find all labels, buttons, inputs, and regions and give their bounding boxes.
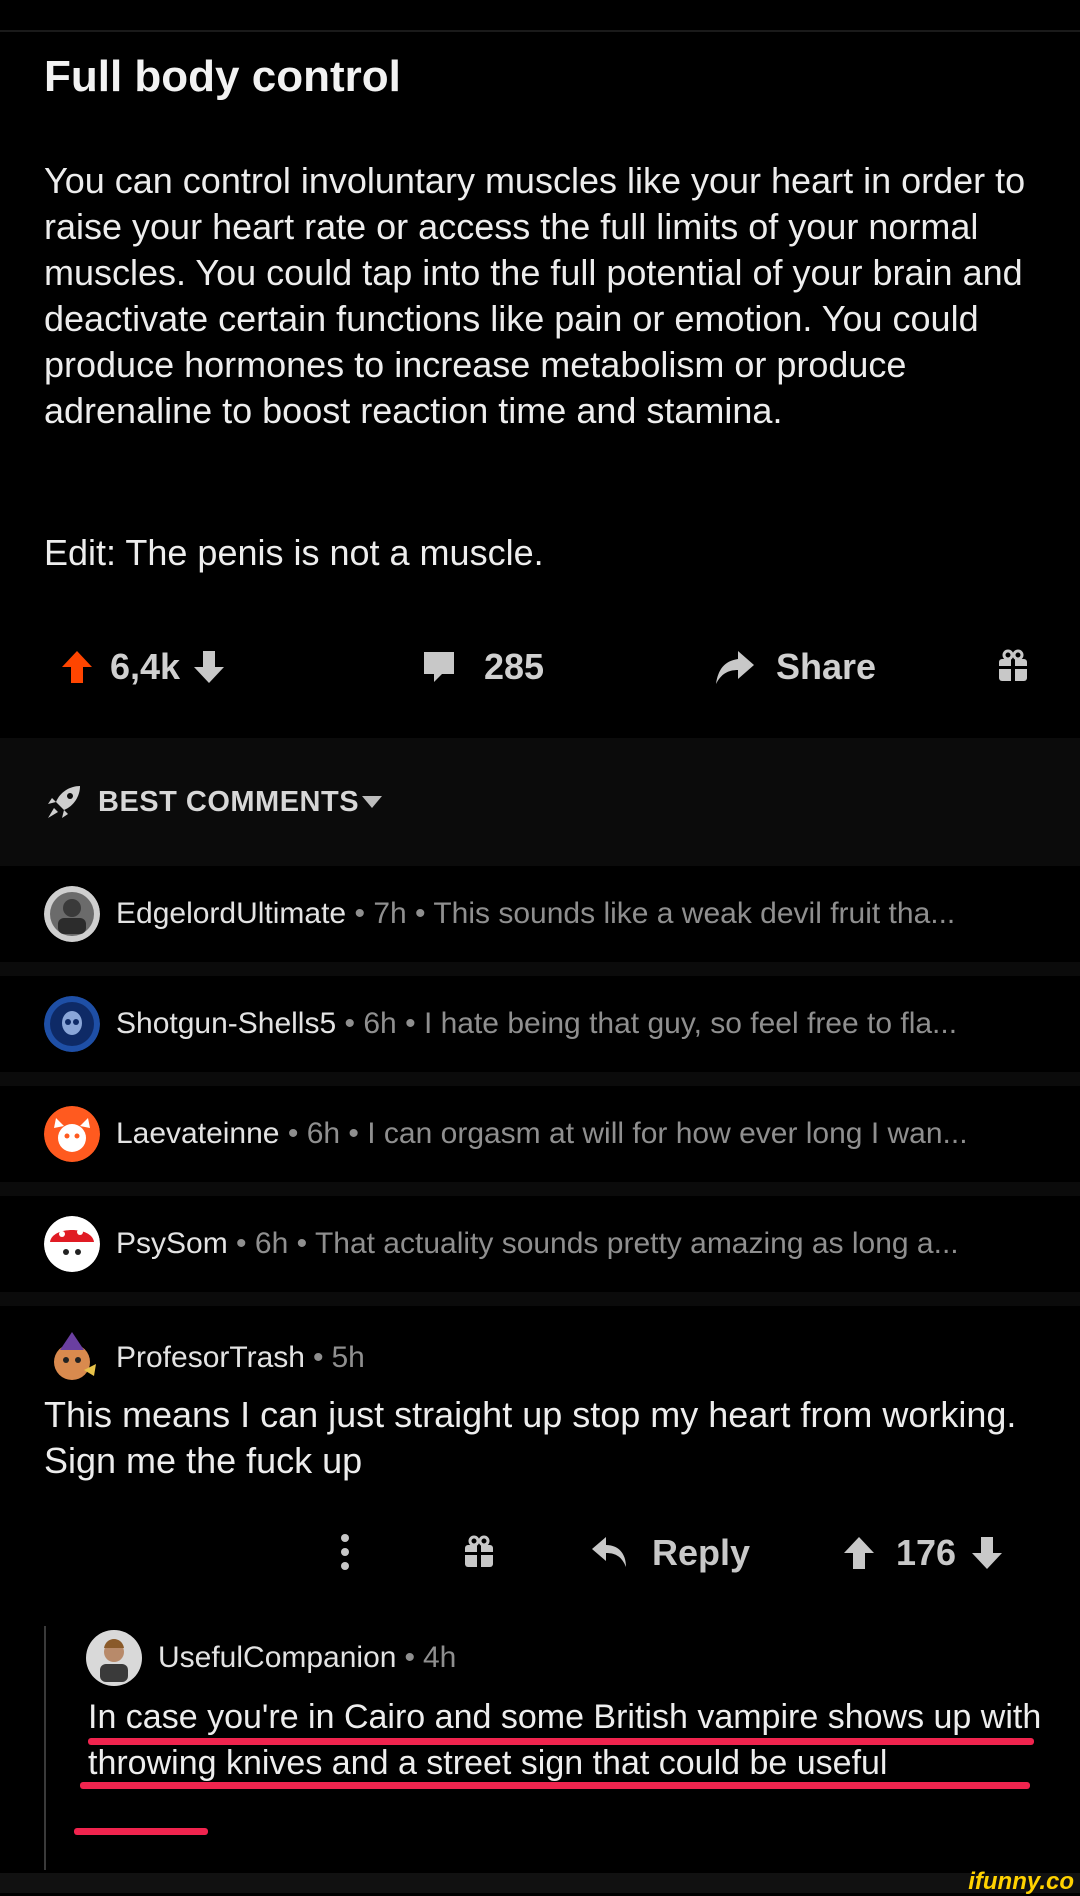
post-edit-note: Edit: The penis is not a muscle.: [44, 532, 544, 573]
comments-count: 285: [484, 646, 545, 687]
highlight-underline: [74, 1828, 208, 1835]
comment-divider: [0, 1072, 1080, 1086]
comment-time: 7h: [373, 897, 407, 930]
upvote-icon[interactable]: [842, 1535, 876, 1571]
collapsed-comment[interactable]: EdgelordUltimate • 7h • This sounds like…: [0, 866, 1080, 962]
downvote-icon[interactable]: [192, 649, 226, 685]
upvote-icon[interactable]: [60, 649, 94, 685]
post-body-text: You can control involuntary muscles like…: [44, 160, 1026, 431]
comment-time: 6h: [306, 1117, 341, 1150]
post-title: Full body control: [44, 52, 401, 101]
separator-dot: •: [236, 1227, 247, 1260]
comment-time: 4h: [422, 1641, 457, 1674]
avatar: [86, 1630, 142, 1686]
collapsed-comment[interactable]: Shotgun-Shells5 • 6h • I hate being that…: [0, 976, 1080, 1072]
comment-sort-bar[interactable]: BEST COMMENTS: [0, 738, 1080, 866]
collapsed-comment-line: PsySom • 6h • That actuality sounds pret…: [116, 1227, 959, 1261]
watermark-logo: ifunny.co: [968, 1868, 1074, 1895]
post-vote-group: 6,4k: [60, 646, 226, 688]
reply-label: Reply: [652, 1532, 751, 1573]
comments-button[interactable]: 285: [420, 646, 544, 688]
more-vertical-icon: [341, 1534, 349, 1570]
comment-vote-count: 176: [896, 1532, 957, 1573]
comment-username[interactable]: UsefulCompanion: [158, 1641, 396, 1675]
share-arrow-icon: [716, 651, 754, 684]
avatar: [44, 886, 100, 942]
avatar: [44, 996, 100, 1052]
award-button[interactable]: [996, 648, 1030, 684]
comment-snippet: That actuality sounds pretty amazing as …: [314, 1227, 959, 1260]
collapsed-comment-line: Laevateinne • 6h • I can orgasm at will …: [116, 1117, 968, 1151]
separator-dot: •: [312, 1341, 324, 1374]
collapsed-comment[interactable]: Laevateinne • 6h • I can orgasm at will …: [0, 1086, 1080, 1182]
comment-username[interactable]: ProfesorTrash: [116, 1341, 305, 1375]
separator-dot: •: [287, 1117, 299, 1150]
highlight-underline: [80, 1782, 1030, 1789]
sort-label: BEST COMMENTS: [98, 786, 360, 818]
comment-divider: [0, 1292, 1080, 1306]
chevron-down-icon: [362, 796, 382, 808]
comment-time: 6h: [363, 1007, 397, 1040]
comment-time: 6h: [254, 1227, 289, 1260]
separator-dot: •: [404, 1641, 415, 1674]
avatar: [44, 1106, 100, 1162]
post-vote-count: 6,4k: [110, 646, 181, 687]
post-body: You can control involuntary muscles like…: [44, 158, 1044, 434]
comment-username[interactable]: EdgelordUltimate: [116, 897, 346, 930]
avatar: [54, 1332, 96, 1380]
comment-time: 5h: [331, 1341, 365, 1374]
collapsed-comment[interactable]: PsySom • 6h • That actuality sounds pret…: [0, 1196, 1080, 1292]
reply-arrow-icon: [592, 1537, 626, 1567]
comment-header: ProfesorTrash • 5h: [44, 1330, 365, 1386]
separator-dot: •: [348, 1117, 359, 1150]
comment-username[interactable]: Laevateinne: [116, 1117, 279, 1150]
rocket-icon: [48, 786, 80, 818]
post-actions-bar: 6,4k 285 Share: [0, 640, 1080, 700]
highlight-underline: [88, 1738, 1034, 1745]
comment-body: This means I can just straight up stop m…: [44, 1394, 1017, 1481]
share-button[interactable]: Share: [712, 646, 876, 688]
reply-button[interactable]: Reply: [590, 1532, 750, 1574]
gift-icon: [999, 649, 1027, 681]
comment-bubble-icon: [424, 652, 454, 682]
collapsed-comment-line: Shotgun-Shells5 • 6h • I hate being that…: [116, 1007, 957, 1041]
separator-dot: •: [296, 1227, 308, 1260]
comment-snippet: I can orgasm at will for how ever long I…: [367, 1117, 968, 1150]
share-label: Share: [776, 646, 877, 687]
comment-username[interactable]: Shotgun-Shells5: [116, 1007, 336, 1040]
separator-dot: •: [344, 1007, 356, 1040]
footer-bar: [0, 1873, 1080, 1893]
comment-snippet: I hate being that guy, so feel free to f…: [423, 1007, 958, 1040]
comment-divider: [0, 962, 1080, 976]
comment-vote-group: 176: [842, 1532, 1004, 1574]
avatar: [44, 1216, 100, 1272]
comment-username[interactable]: PsySom: [116, 1227, 228, 1260]
separator-dot: •: [354, 897, 365, 930]
award-button[interactable]: [462, 1534, 496, 1570]
top-divider: [0, 30, 1080, 32]
collapsed-comment-line: EdgelordUltimate • 7h • This sounds like…: [116, 897, 955, 931]
comment-divider: [0, 1182, 1080, 1196]
downvote-icon[interactable]: [970, 1535, 1004, 1571]
comment-actions-bar: Reply 176: [0, 1524, 1080, 1584]
thread-line[interactable]: [44, 1626, 46, 1870]
gift-icon: [465, 1535, 493, 1567]
separator-dot: •: [415, 897, 426, 930]
reply-header: UsefulCompanion • 4h: [86, 1630, 456, 1686]
separator-dot: •: [405, 1007, 416, 1040]
more-options-button[interactable]: [338, 1532, 352, 1572]
comment-snippet: This sounds like a weak devil fruit tha.…: [433, 897, 956, 930]
